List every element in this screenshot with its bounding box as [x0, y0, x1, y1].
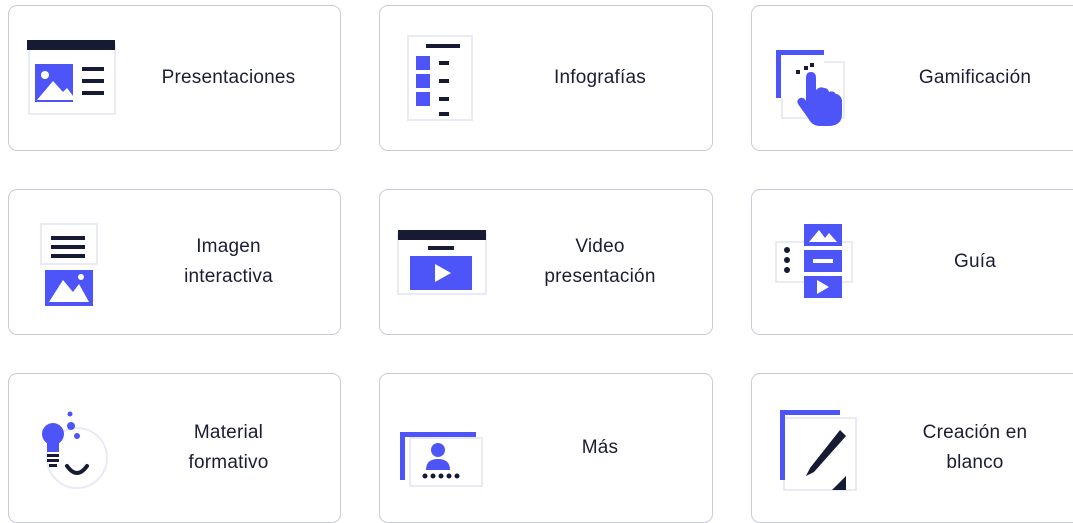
card-label: Gamificación — [918, 67, 1032, 88]
more-icon — [396, 400, 492, 496]
card-label: Imagen interactiva — [184, 236, 273, 287]
card-label: Presentaciones — [161, 67, 296, 88]
card-guia[interactable]: Guía — [751, 189, 1073, 335]
card-creacion-en-blanco[interactable]: Creación en blanco — [751, 373, 1073, 523]
card-infografias[interactable]: Infografías — [379, 5, 713, 151]
card-label: Video presentación — [544, 236, 656, 287]
card-label: Infografías — [554, 67, 646, 88]
card-material-formativo[interactable]: Material formativo — [8, 373, 341, 523]
interactive-image-icon — [25, 214, 121, 310]
training-material-icon — [25, 400, 121, 496]
card-presentaciones[interactable]: Presentaciones — [8, 5, 341, 151]
presentation-icon — [25, 30, 121, 126]
card-label: Guía — [954, 251, 996, 272]
card-label: Más — [581, 437, 619, 458]
card-imagen-interactiva[interactable]: Imagen interactiva — [8, 189, 341, 335]
gamification-icon — [768, 30, 864, 126]
card-label: Creación en blanco — [922, 422, 1028, 473]
guide-icon — [768, 214, 864, 310]
card-mas[interactable]: Más — [379, 373, 713, 523]
video-presentation-icon — [396, 214, 492, 310]
card-gamificacion[interactable]: Gamificación — [751, 5, 1073, 151]
card-video-presentacion[interactable]: Video presentación — [379, 189, 713, 335]
infographic-icon — [396, 30, 492, 126]
blank-creation-icon — [768, 400, 864, 496]
card-label: Material formativo — [188, 422, 269, 473]
